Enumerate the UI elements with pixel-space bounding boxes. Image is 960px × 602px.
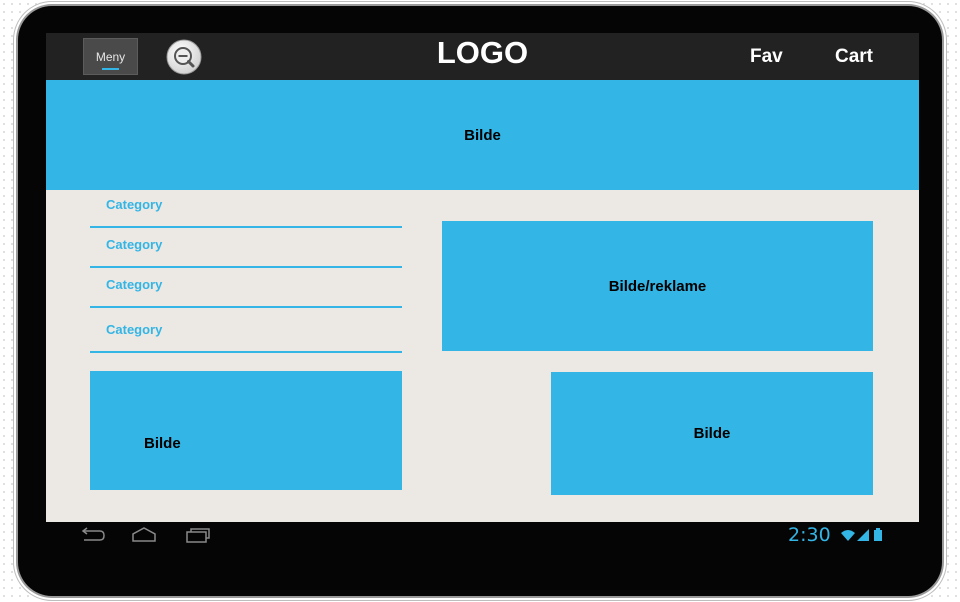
menu-button-label: Meny: [95, 49, 126, 64]
tile-left-label: Bilde: [144, 435, 181, 452]
tile-right-label: Bilde: [693, 425, 731, 442]
hero-image-placeholder[interactable]: Bilde: [46, 80, 919, 190]
zoom-out-magnifier-icon[interactable]: [166, 39, 202, 75]
battery-icon: [874, 528, 882, 541]
back-icon[interactable]: [78, 526, 106, 544]
menu-indicator: [102, 68, 119, 70]
hero-label: Bilde: [464, 126, 501, 144]
image-tile-right[interactable]: Bilde: [551, 372, 873, 495]
status-icons: [840, 527, 888, 543]
category-item[interactable]: Category: [90, 308, 402, 353]
category-item[interactable]: Category: [90, 268, 402, 308]
home-icon[interactable]: [130, 526, 158, 544]
category-item[interactable]: Category: [90, 190, 402, 228]
image-tile-left[interactable]: Bilde: [90, 371, 402, 490]
app-screen: Meny LOGO Fav Cart Bilde Category Catego…: [46, 33, 919, 522]
top-action-bar: Meny LOGO Fav Cart: [46, 33, 919, 80]
fav-button[interactable]: Fav: [750, 46, 783, 68]
logo-text[interactable]: LOGO: [437, 35, 528, 70]
category-label: Category: [106, 277, 163, 292]
cart-button[interactable]: Cart: [835, 46, 873, 68]
signal-icon: [857, 529, 869, 541]
recent-apps-icon[interactable]: [184, 526, 212, 544]
ad-label: Bilde/reklame: [608, 277, 707, 295]
menu-button[interactable]: Meny: [83, 38, 138, 75]
wifi-icon: [841, 530, 855, 541]
ad-banner-placeholder[interactable]: Bilde/reklame: [442, 221, 873, 351]
status-clock: 2:30: [788, 524, 831, 546]
category-label: Category: [106, 322, 163, 337]
category-item[interactable]: Category: [90, 228, 402, 268]
category-label: Category: [106, 197, 163, 212]
category-label: Category: [106, 237, 163, 252]
